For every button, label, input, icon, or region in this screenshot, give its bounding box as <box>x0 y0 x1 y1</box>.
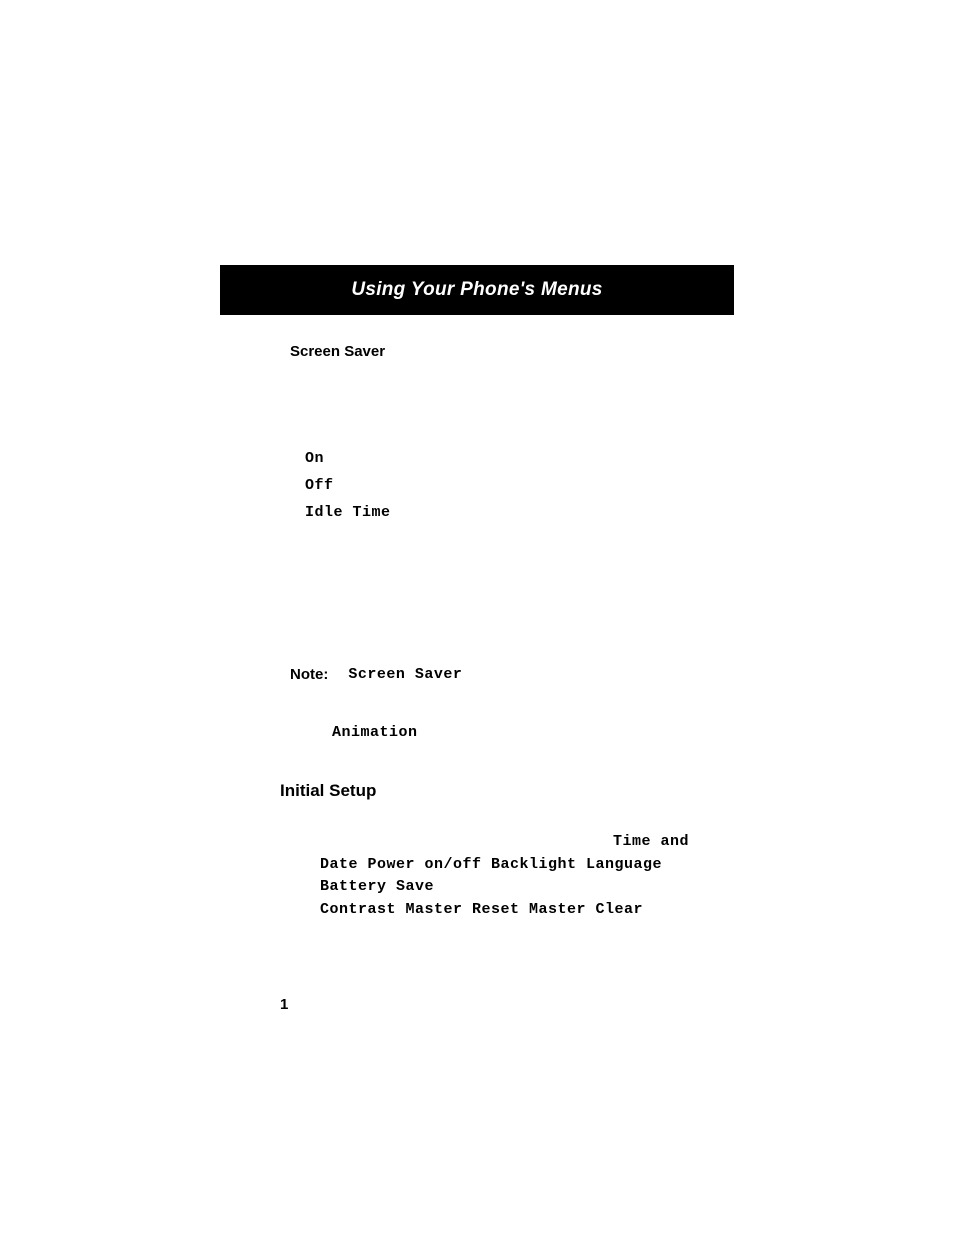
heading-initial-setup: Initial Setup <box>280 781 729 801</box>
note-label: Note: <box>290 666 328 683</box>
heading-screen-saver: Screen Saver <box>290 343 729 360</box>
note-value: Screen Saver <box>348 666 462 683</box>
setup-block: Time and Date Power on/off Backlight Lan… <box>290 831 729 921</box>
option-off: Off <box>305 472 729 499</box>
option-on: On <box>305 445 729 472</box>
setup-line-3: Contrast Master Reset Master Clear <box>320 899 729 922</box>
option-idle-time: Idle Time <box>305 499 729 526</box>
options-list: On Off Idle Time <box>290 445 729 526</box>
chapter-title: Using Your Phone's Menus <box>220 265 734 315</box>
animation-text: Animation <box>332 724 418 741</box>
animation-line: Animation <box>290 723 729 741</box>
setup-line-1: Time and <box>320 831 729 854</box>
note-row: Note: Screen Saver <box>290 666 729 683</box>
setup-line-2: Date Power on/off Backlight Language Bat… <box>320 854 729 899</box>
page-number: 1 <box>280 996 729 1013</box>
